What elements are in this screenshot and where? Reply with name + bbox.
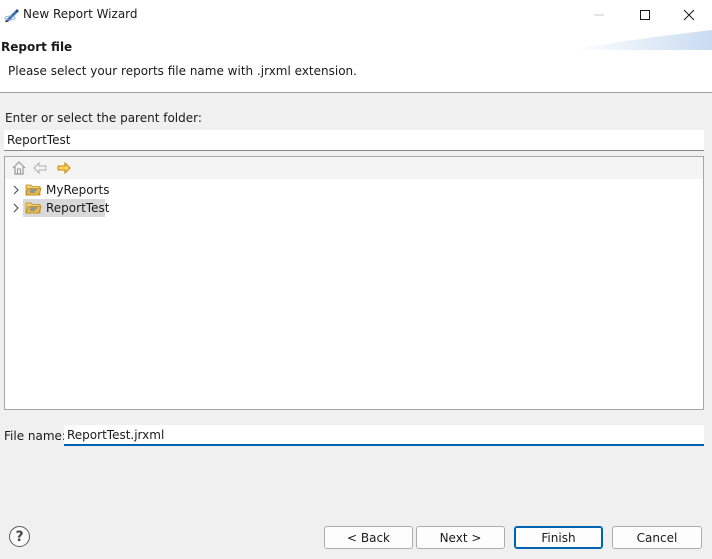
parent-folder-input[interactable] — [4, 130, 704, 151]
minimize-icon — [594, 14, 604, 16]
forward-arrow-icon[interactable] — [56, 160, 72, 176]
help-icon[interactable]: ? — [9, 526, 30, 547]
next-button[interactable]: Next > — [416, 526, 505, 549]
finish-button[interactable]: Finish — [514, 526, 603, 549]
parent-folder-label: Enter or select the parent folder: — [5, 111, 202, 125]
wizard-header: Report file Please select your reports f… — [0, 30, 712, 93]
home-icon[interactable] — [11, 160, 27, 176]
wizard-body: Enter or select the parent folder: MyRep… — [0, 94, 712, 506]
back-arrow-icon[interactable] — [32, 160, 48, 176]
pen-icon — [4, 9, 19, 22]
header-banner-decoration — [572, 30, 712, 50]
folder-icon — [25, 184, 42, 196]
folder-tree[interactable]: MyReports ReportTest — [4, 156, 704, 410]
tree-item-label: MyReports — [46, 183, 110, 197]
maximize-button[interactable] — [622, 0, 668, 30]
chevron-right-icon[interactable] — [11, 203, 21, 213]
title-bar: New Report Wizard — [0, 0, 712, 30]
chevron-right-icon[interactable] — [11, 185, 21, 195]
cancel-button[interactable]: Cancel — [612, 526, 702, 549]
tree-item-reporttest[interactable]: ReportTest — [5, 199, 703, 217]
tree-item-label: ReportTest — [46, 201, 110, 215]
minimize-button[interactable] — [576, 0, 622, 30]
back-button[interactable]: < Back — [324, 526, 413, 549]
maximize-icon — [640, 10, 650, 20]
page-title: Report file — [1, 40, 73, 54]
file-name-label: File name: — [4, 429, 66, 443]
file-name-input[interactable] — [64, 425, 704, 446]
tree-toolbar — [5, 157, 703, 179]
wizard-footer: ? < Back Next > Finish Cancel — [0, 506, 712, 559]
tree-item-myreports[interactable]: MyReports — [5, 181, 703, 199]
window-title: New Report Wizard — [23, 7, 138, 21]
close-button[interactable] — [666, 0, 712, 30]
close-icon — [683, 9, 695, 21]
page-description: Please select your reports file name wit… — [8, 64, 357, 78]
folder-icon — [25, 202, 42, 214]
